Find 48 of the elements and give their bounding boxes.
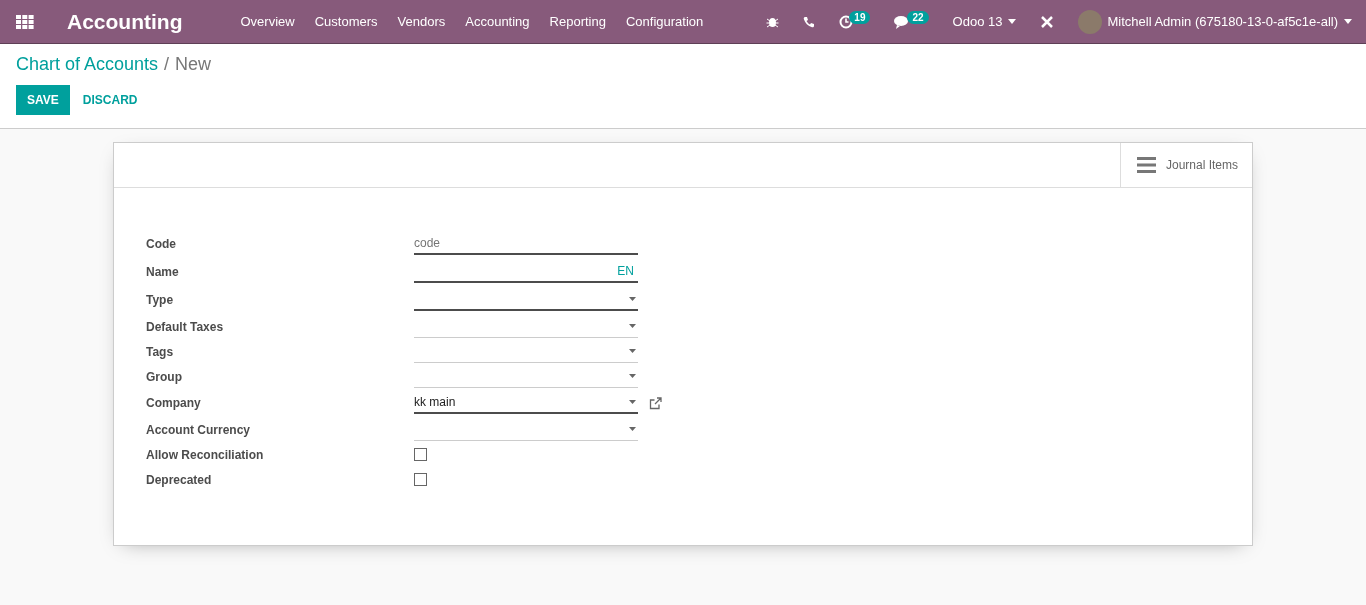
breadcrumb-link[interactable]: Chart of Accounts	[16, 54, 159, 75]
field-label: Account Currency	[146, 422, 252, 437]
menu-item[interactable]: Accounting	[455, 14, 540, 29]
dropdown-caret-icon[interactable]	[629, 349, 636, 353]
menu-item[interactable]: Customers	[304, 14, 388, 29]
dropdown-caret-icon[interactable]	[629, 374, 636, 378]
field-label: Code	[146, 237, 177, 251]
dropdown-caret-icon[interactable]	[629, 297, 636, 301]
select-field[interactable]: kk main	[414, 392, 638, 414]
apps-grid-icon[interactable]	[16, 14, 34, 29]
language-button[interactable]: EN	[617, 264, 634, 278]
clock-icon[interactable]	[839, 14, 854, 29]
field-label: Default Taxes	[146, 319, 225, 334]
caret-icon[interactable]	[1344, 19, 1352, 24]
app-title[interactable]: Accounting	[67, 9, 183, 34]
field-label: Deprecated	[146, 472, 213, 487]
field-label: Name	[146, 265, 180, 279]
dropdown-caret-icon[interactable]	[629, 427, 636, 431]
field-value: kk main	[414, 395, 456, 409]
field-label: Tags	[146, 344, 175, 359]
name-input-field[interactable]: EN	[414, 261, 638, 283]
database-menu[interactable]: Odoo 13	[952, 14, 1017, 29]
menu-item[interactable]: Reporting	[539, 14, 616, 29]
menu-item[interactable]: Overview	[230, 14, 305, 29]
dropdown-caret-icon[interactable]	[629, 400, 636, 404]
activity-count-badge: 19	[849, 11, 871, 24]
field-label: Allow Reconciliation	[146, 447, 265, 462]
journal-items-button[interactable]: Journal Items	[1119, 143, 1252, 187]
field-label: Type	[146, 293, 175, 307]
dropdown-caret-icon[interactable]	[629, 324, 636, 328]
save-button[interactable]: SAVE	[16, 85, 70, 115]
menu-item[interactable]: Vendors	[387, 14, 456, 29]
message-count-badge: 22	[907, 11, 929, 24]
user-menu[interactable]: Mitchell Admin (675180-13-0-af5c1e-all)	[1107, 14, 1338, 29]
checkbox[interactable]	[414, 448, 427, 461]
field-label: Company	[146, 396, 202, 410]
menu-item[interactable]: Configuration	[615, 14, 714, 29]
phone-icon[interactable]	[803, 15, 816, 28]
external-link-icon[interactable]	[649, 396, 662, 410]
bug-icon[interactable]	[766, 15, 780, 28]
checkbox[interactable]	[414, 473, 427, 486]
list-icon	[1136, 157, 1156, 173]
discard-button[interactable]: DISCARD	[71, 85, 149, 115]
breadcrumb-current: New	[175, 54, 212, 75]
caret-icon[interactable]	[1008, 19, 1017, 24]
breadcrumb-separator: /	[164, 54, 170, 75]
field-label: Group	[146, 369, 183, 384]
tools-icon[interactable]	[1040, 14, 1055, 29]
